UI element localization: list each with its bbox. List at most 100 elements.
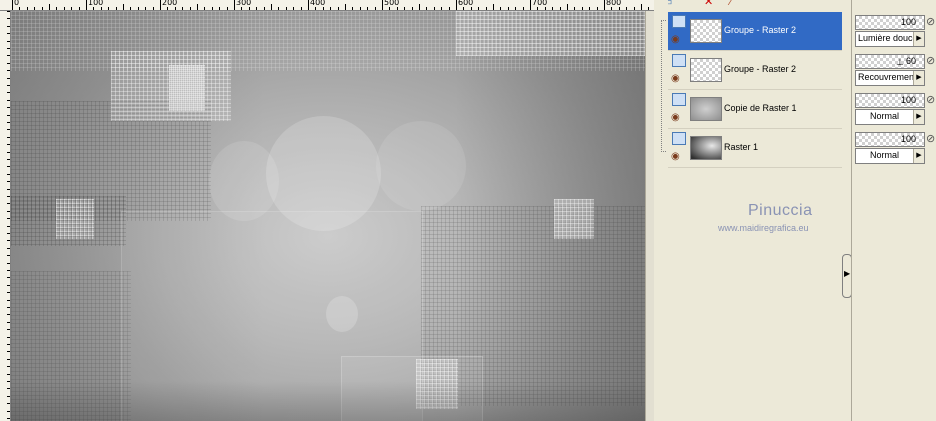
opacity-value: 60 [905, 56, 916, 66]
blend-mode-label: Recouvrement [858, 72, 917, 82]
layer-name: Groupe - Raster 2 [724, 64, 797, 74]
blend-mode-select[interactable]: Normal ▶ [855, 109, 925, 125]
ruler-minor-tick [26, 7, 28, 10]
opacity-slider[interactable]: ⊥ 60 [855, 54, 925, 69]
ruler-minor-tick [145, 7, 147, 10]
layer-row-groupe-raster-2-a[interactable]: ◉ Groupe - Raster 2 [668, 12, 842, 51]
ruler-minor-tick [137, 7, 139, 10]
ruler-tick [456, 0, 457, 10]
watermark-name: Pinuccia [748, 202, 813, 219]
ruler-minor-tick [7, 358, 10, 360]
ruler-minor-tick [7, 159, 10, 160]
ruler-horizontal: 0 100 200 300 400 500 600 700 800 [0, 0, 654, 11]
ruler-minor-tick [441, 7, 443, 10]
ruler-minor-tick [271, 4, 272, 10]
ruler-minor-tick [7, 329, 10, 331]
ruler-minor-tick [7, 410, 10, 412]
lock-icon[interactable]: ⊘ [926, 95, 935, 106]
eye-icon[interactable]: ◉ [671, 74, 680, 84]
ruler-minor-tick [293, 7, 295, 10]
dropdown-arrow-icon[interactable]: ▶ [913, 149, 924, 163]
ruler-minor-tick [7, 403, 10, 405]
ruler-minor-tick [374, 7, 376, 10]
ruler-minor-tick [463, 7, 465, 10]
ruler-minor-tick [7, 210, 10, 212]
ruler-tick [604, 0, 605, 10]
ruler-minor-tick [78, 7, 80, 10]
eye-icon[interactable]: ◉ [671, 152, 680, 162]
new-layer-icon[interactable]: ▭ [668, 0, 672, 8]
ruler-minor-tick [7, 351, 10, 353]
ruler-minor-tick [7, 366, 10, 368]
ruler-minor-tick [241, 7, 243, 10]
ruler-minor-tick [7, 336, 10, 338]
ruler-minor-tick [7, 270, 10, 271]
ruler-minor-tick [493, 4, 494, 10]
ruler-minor-tick [7, 181, 10, 183]
ruler-minor-tick [559, 7, 561, 10]
ruler-minor-tick [7, 196, 10, 197]
chevron-right-icon: ▶ [844, 269, 851, 278]
eye-icon[interactable]: ◉ [671, 35, 680, 45]
image-canvas[interactable] [11, 11, 645, 421]
ruler-minor-tick [352, 7, 354, 10]
ruler-tick [86, 0, 87, 10]
ruler-minor-tick [211, 7, 213, 10]
ruler-minor-tick [611, 7, 613, 10]
layer-type-icon [672, 15, 686, 28]
layer-properties-panel: 100 Lumière douce ▶ ⊘ ⊥ 60 Recouvrement ▶ ⊘… [851, 0, 936, 421]
brush-icon[interactable]: ⁄ [730, 0, 732, 8]
layer-row-groupe-raster-2-b[interactable]: ◉ Groupe - Raster 2 [668, 51, 842, 90]
ruler-tick [308, 0, 309, 10]
ruler-minor-tick [641, 4, 642, 10]
ruler-minor-tick [167, 7, 169, 10]
ruler-minor-tick [7, 114, 10, 116]
layer-type-icon [672, 54, 686, 67]
opacity-slider[interactable]: 100 [855, 132, 925, 147]
ruler-minor-tick [322, 7, 324, 10]
ruler-minor-tick [7, 18, 10, 20]
ruler-minor-tick [7, 233, 10, 234]
layer-row-copie-raster-1[interactable]: ◉ Copie de Raster 1 [668, 90, 842, 129]
lock-icon[interactable]: ⊘ [926, 17, 935, 28]
ruler-minor-tick [7, 299, 10, 301]
ruler-minor-tick [197, 4, 198, 10]
ruler-minor-tick [7, 62, 10, 64]
layer-row-raster-1[interactable]: ◉ Raster 1 [668, 129, 842, 168]
layer-thumbnail [690, 136, 722, 160]
ruler-minor-tick [7, 373, 10, 375]
ruler-minor-tick [41, 7, 43, 10]
blend-mode-select[interactable]: Normal ▶ [855, 148, 925, 164]
ruler-minor-tick [7, 247, 10, 249]
ruler-minor-tick [7, 307, 10, 308]
ruler-minor-tick [219, 7, 221, 10]
ruler-tick [12, 0, 13, 10]
lock-icon[interactable]: ⊘ [926, 134, 935, 145]
ruler-minor-tick [478, 7, 480, 10]
ruler-minor-tick [204, 7, 206, 10]
ruler-minor-tick [7, 188, 10, 190]
ruler-minor-tick [108, 7, 110, 10]
opacity-slider[interactable]: 100 [855, 15, 925, 30]
eye-icon[interactable]: ◉ [671, 113, 680, 123]
dropdown-arrow-icon[interactable]: ▶ [913, 110, 924, 124]
ruler-minor-tick [49, 4, 50, 10]
blend-mode-select[interactable]: Recouvrement ▶ [855, 70, 925, 86]
ruler-tick-label: 0 [14, 0, 20, 7]
ruler-minor-tick [226, 7, 228, 10]
blend-mode-select[interactable]: Lumière douce ▶ [855, 31, 925, 47]
ruler-minor-tick [596, 7, 598, 10]
ruler-minor-tick [7, 218, 10, 220]
lock-icon[interactable]: ⊘ [926, 56, 935, 67]
opacity-slider[interactable]: 100 [855, 93, 925, 108]
ruler-minor-tick [7, 203, 10, 205]
ruler-minor-tick [433, 7, 435, 10]
opacity-value: 100 [900, 17, 916, 27]
ruler-minor-tick [500, 7, 502, 10]
dropdown-arrow-icon[interactable]: ▶ [913, 32, 924, 46]
delete-layer-icon[interactable]: ✕ [704, 0, 713, 8]
dropdown-arrow-icon[interactable]: ▶ [913, 71, 924, 85]
opacity-value: 100 [900, 134, 916, 144]
ruler-minor-tick [7, 314, 10, 316]
ruler-minor-tick [115, 7, 117, 10]
